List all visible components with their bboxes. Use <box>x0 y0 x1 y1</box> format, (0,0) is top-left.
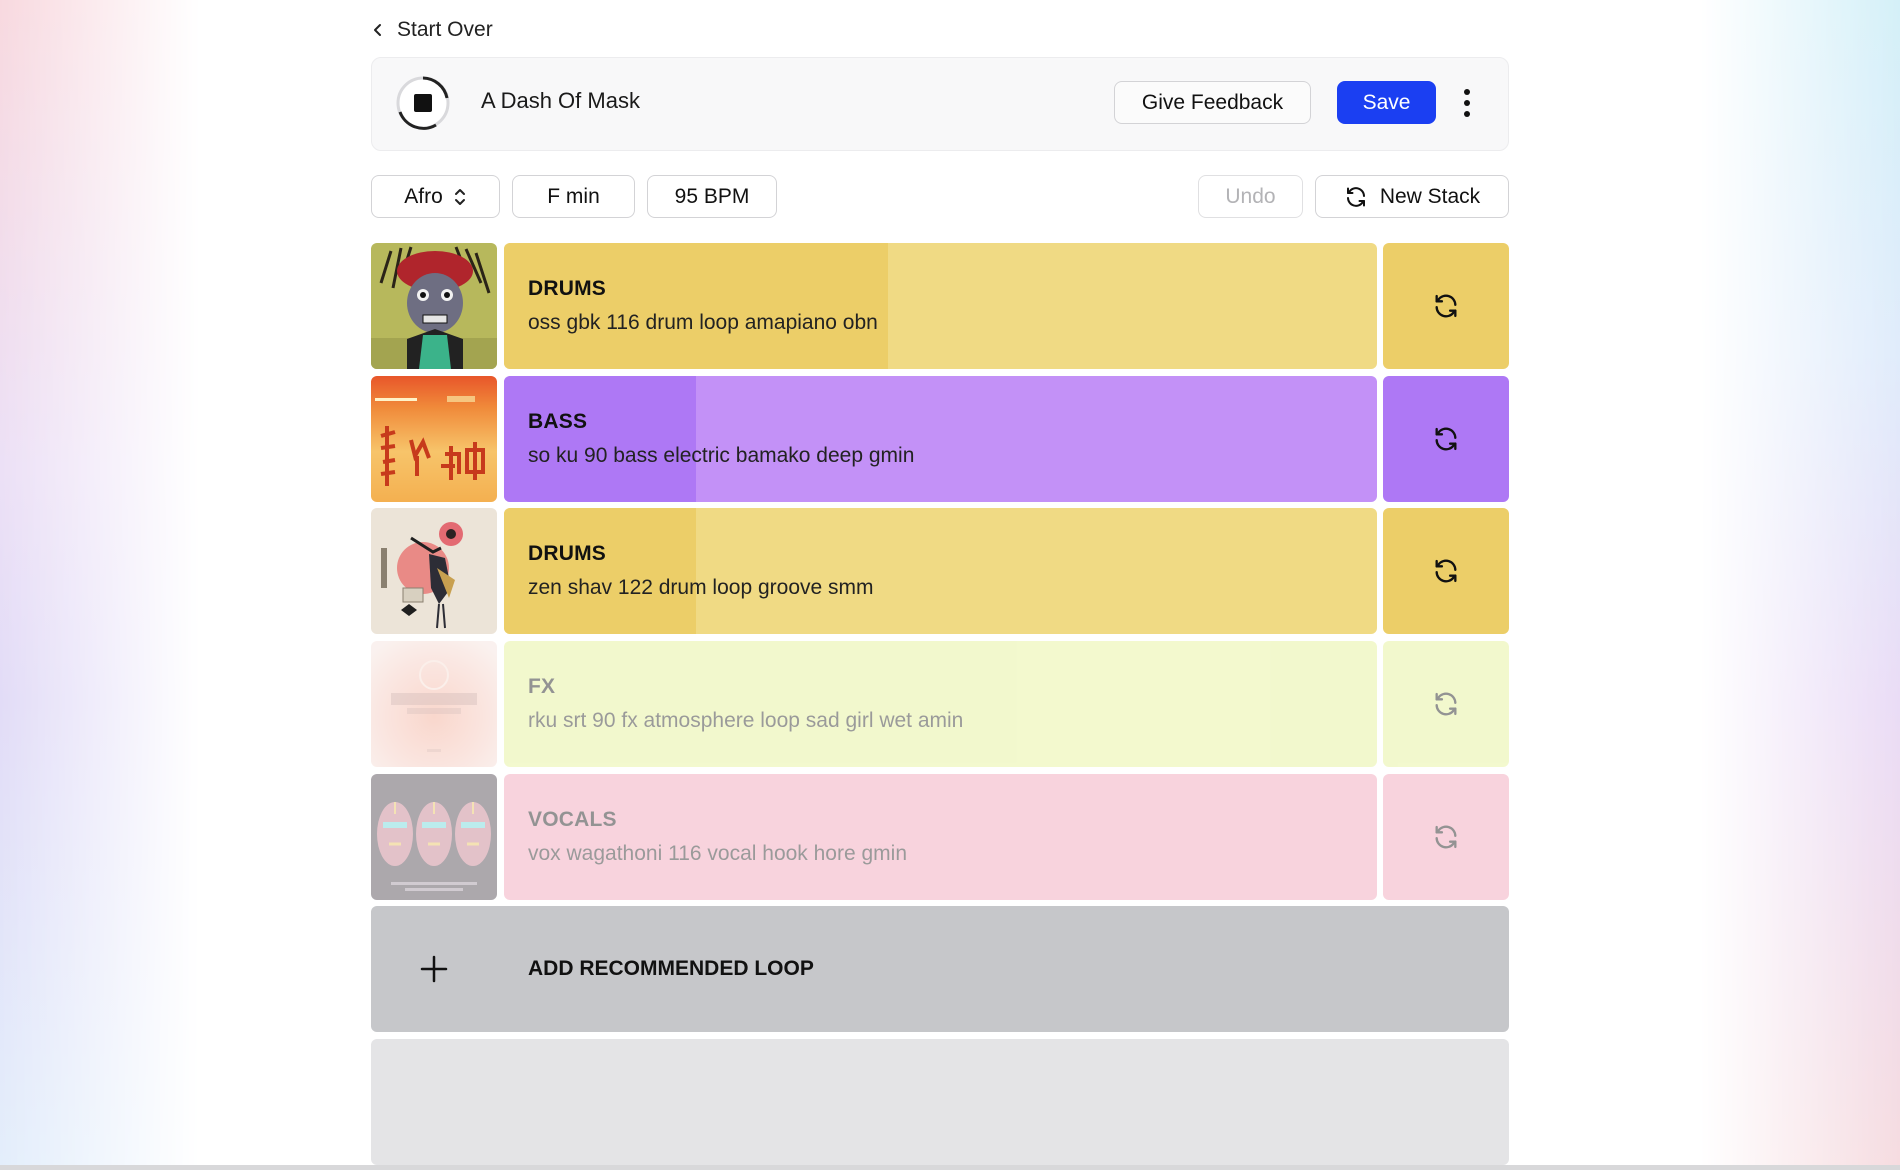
loop-name: oss gbk 116 drum loop amapiano obn <box>528 311 878 334</box>
add-recommended-loop-label: ADD RECOMMENDED LOOP <box>528 957 814 980</box>
background-gradient-right <box>1700 0 1900 1170</box>
new-stack-label: New Stack <box>1379 184 1481 208</box>
more-options-button[interactable] <box>1455 80 1479 126</box>
undo-button[interactable]: Undo <box>1198 175 1303 218</box>
loop-text: BASS so ku 90 bass electric bamako deep … <box>528 410 914 468</box>
add-recommended-loop-button[interactable]: ADD RECOMMENDED LOOP <box>371 906 1509 1032</box>
loop-row: VOCALS vox wagathoni 116 vocal hook hore… <box>371 774 1509 900</box>
bpm-button[interactable]: 95 BPM <box>647 175 777 218</box>
loop-row: BASS so ku 90 bass electric bamako deep … <box>371 376 1509 502</box>
loop-category: VOCALS <box>528 808 617 831</box>
refresh-icon <box>1435 294 1457 318</box>
key-value: F min <box>547 184 600 208</box>
refresh-icon <box>1435 692 1457 716</box>
loop-text: FX rku srt 90 fx atmosphere loop sad gir… <box>528 675 963 733</box>
loop-text: DRUMS oss gbk 116 drum loop amapiano obn <box>528 277 878 335</box>
background-gradient-left <box>0 0 200 1170</box>
empty-loop-slot <box>371 1039 1509 1165</box>
loop-bar[interactable]: DRUMS oss gbk 116 drum loop amapiano obn <box>504 243 1377 369</box>
save-button[interactable]: Save <box>1337 81 1436 124</box>
loop-name: zen shav 122 drum loop groove smm <box>528 576 874 599</box>
swap-loop-button[interactable] <box>1383 243 1509 369</box>
loop-artwork[interactable] <box>371 243 497 369</box>
dot-icon <box>1464 100 1470 106</box>
loop-bar[interactable]: BASS so ku 90 bass electric bamako deep … <box>504 376 1377 502</box>
loop-artwork[interactable] <box>371 376 497 502</box>
genre-value: Afro <box>404 184 443 208</box>
swap-loop-button[interactable] <box>1383 774 1509 900</box>
loop-text: DRUMS zen shav 122 drum loop groove smm <box>528 542 874 600</box>
refresh-icon <box>1435 559 1457 583</box>
dot-icon <box>1464 111 1470 117</box>
chevron-up-down-icon <box>454 188 465 205</box>
undo-label: Undo <box>1225 184 1276 208</box>
loop-category: FX <box>528 675 556 698</box>
loop-row: DRUMS zen shav 122 drum loop groove smm <box>371 508 1509 634</box>
plus-icon <box>420 955 448 983</box>
refresh-icon <box>1435 427 1457 451</box>
loop-category: DRUMS <box>528 277 606 300</box>
bpm-value: 95 BPM <box>674 184 750 208</box>
start-over-link[interactable]: Start Over <box>371 14 493 46</box>
loop-artwork[interactable] <box>371 508 497 634</box>
key-button[interactable]: F min <box>512 175 635 218</box>
new-stack-button[interactable]: New Stack <box>1315 175 1509 218</box>
loop-artwork[interactable] <box>371 641 497 767</box>
loop-name: rku srt 90 fx atmosphere loop sad girl w… <box>528 709 964 732</box>
swap-loop-button[interactable] <box>1383 641 1509 767</box>
loop-category: DRUMS <box>528 542 606 565</box>
give-feedback-button[interactable]: Give Feedback <box>1114 81 1311 124</box>
stop-icon <box>396 76 450 130</box>
loop-row: FX rku srt 90 fx atmosphere loop sad gir… <box>371 641 1509 767</box>
dreadlock-figure-art <box>371 243 497 369</box>
loop-text: VOCALS vox wagathoni 116 vocal hook hore… <box>528 808 907 866</box>
refresh-icon <box>1346 186 1365 207</box>
genre-select[interactable]: Afro <box>371 175 500 218</box>
main-panel: Start Over A Dash Of Mask Give Feedback … <box>371 0 1509 1170</box>
loop-row: DRUMS oss gbk 116 drum loop amapiano obn <box>371 243 1509 369</box>
start-over-label: Start Over <box>397 18 493 41</box>
stop-button[interactable] <box>396 76 450 130</box>
swap-loop-button[interactable] <box>1383 376 1509 502</box>
three-masks-art <box>371 774 497 900</box>
loop-name: so ku 90 bass electric bamako deep gmin <box>528 444 915 467</box>
bird-collage-art <box>371 508 497 634</box>
player-header: A Dash Of Mask Give Feedback Save <box>371 57 1509 151</box>
soulmate-cover-art <box>371 641 497 767</box>
dot-icon <box>1464 89 1470 95</box>
loop-artwork[interactable] <box>371 774 497 900</box>
loop-name: vox wagathoni 116 vocal hook hore gmin <box>528 842 908 865</box>
orange-glyphs-art <box>371 376 497 502</box>
loop-bar[interactable]: FX rku srt 90 fx atmosphere loop sad gir… <box>504 641 1377 767</box>
loop-category: BASS <box>528 410 588 433</box>
swap-loop-button[interactable] <box>1383 508 1509 634</box>
window-bottom-edge <box>0 1165 1900 1170</box>
track-title: A Dash Of Mask <box>481 88 640 113</box>
loop-bar[interactable]: DRUMS zen shav 122 drum loop groove smm <box>504 508 1377 634</box>
refresh-icon <box>1435 825 1457 849</box>
loop-bar[interactable]: VOCALS vox wagathoni 116 vocal hook hore… <box>504 774 1377 900</box>
chevron-left-icon <box>374 24 381 36</box>
